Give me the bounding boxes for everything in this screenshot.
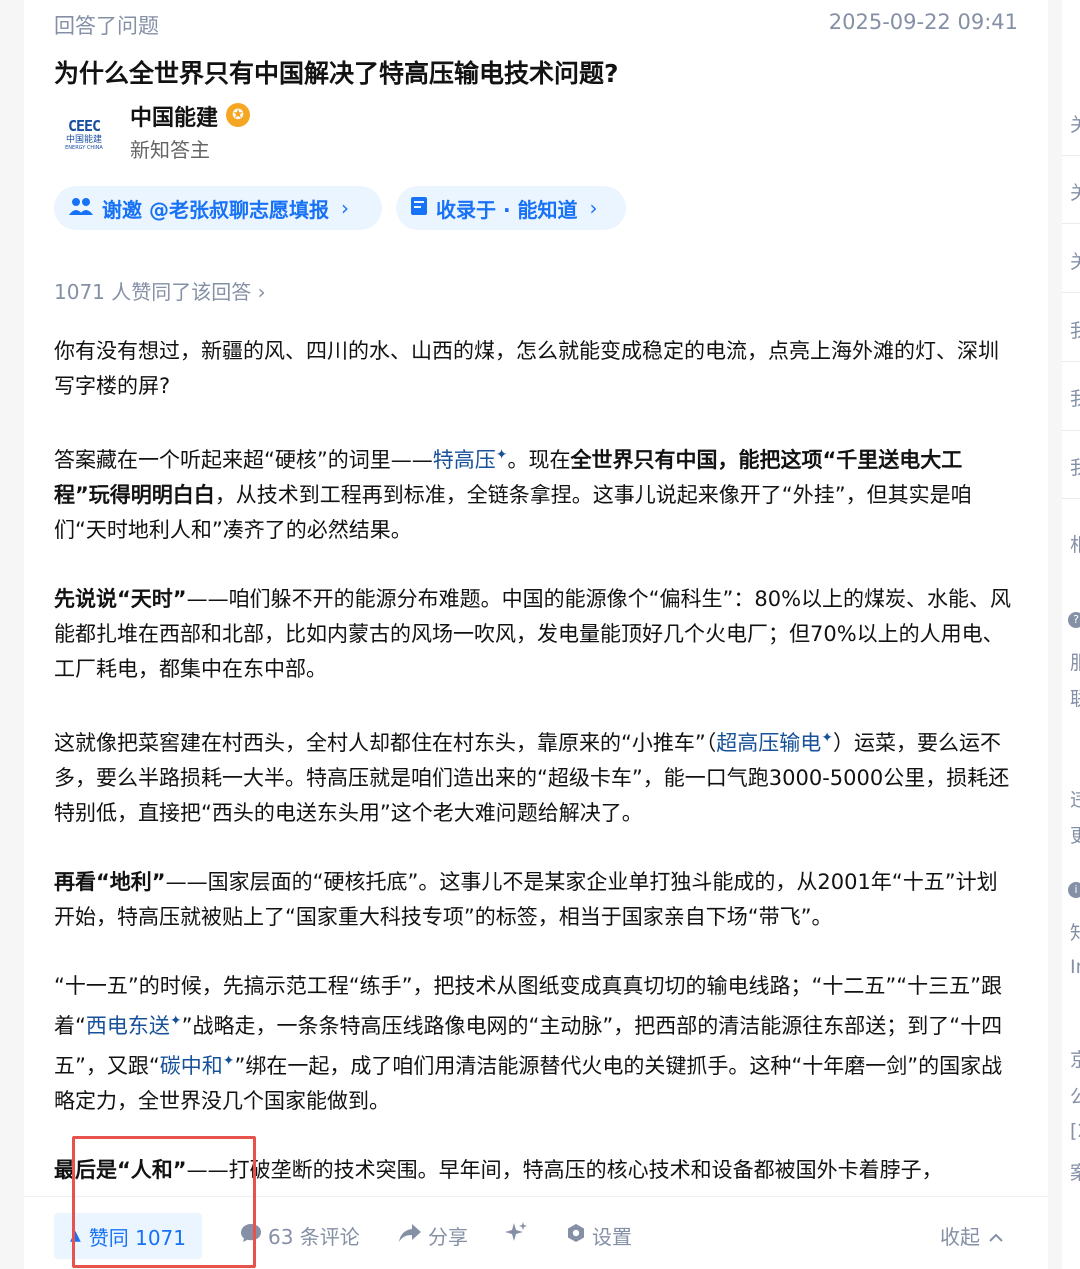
- answer-card: 回答了问题 2025-09-22 09:41 为什么全世界只有中国解决了特高压输…: [24, 0, 1048, 1269]
- action-bar: ▲ 赞同 1071 63 条评论 分享 设置 收起: [24, 1196, 1048, 1269]
- verified-badge-icon: ✪: [226, 103, 250, 127]
- rail-item[interactable]: 联: [1070, 684, 1080, 711]
- ai-spark-icon: ✦: [495, 447, 508, 463]
- keyword-link-ehv[interactable]: 超高压输电✦: [716, 730, 833, 755]
- settings-label: 设置: [592, 1225, 632, 1249]
- chevron-right-icon: ›: [589, 196, 598, 220]
- keyword-link-west-east[interactable]: 西电东送✦: [86, 1013, 182, 1038]
- comment-button[interactable]: 63 条评论: [240, 1221, 360, 1250]
- collection-chip[interactable]: 收录于 · 能知道 ›: [396, 186, 626, 230]
- rail-item[interactable]: 关: [1070, 110, 1080, 137]
- rail-item[interactable]: 我: [1070, 316, 1080, 343]
- ai-button[interactable]: [504, 1221, 534, 1250]
- author-name[interactable]: 中国能建: [130, 100, 218, 132]
- timestamp: 2025-09-22 09:41: [828, 10, 1018, 34]
- sparkle-icon: [504, 1221, 528, 1250]
- author-info: CEEC 中国能建 ENERGY CHINA 中国能建 ✪ 新知答主: [54, 100, 654, 164]
- keyword-link-uhv[interactable]: 特高压✦: [433, 447, 508, 472]
- rail-item[interactable]: [2: [1070, 1120, 1080, 1142]
- bookmark-icon: [410, 196, 428, 221]
- share-icon: [398, 1223, 422, 1248]
- paragraph-4: 这就像把菜窖建在村西头，全村人却都住在村东头，靠原来的“小推车”（超高压输电✦）…: [54, 730, 1010, 825]
- answer-content: 你有没有想过，新疆的风、四川的水、山西的煤，怎么就能变成稳定的电流，点亮上海外滩…: [54, 334, 1018, 1222]
- answer-meta: 回答了问题 2025-09-22 09:41: [54, 10, 1018, 44]
- question-title[interactable]: 为什么全世界只有中国解决了特高压输电技术问题?: [54, 54, 619, 90]
- collapse-label: 收起: [940, 1225, 980, 1249]
- activity-label: 回答了问题: [54, 14, 159, 38]
- paragraph-5: 再看“地利”——国家层面的“硬核托底”。这事儿不是某家企业单打独斗能成的，从20…: [54, 870, 998, 929]
- ai-spark-icon: ✦: [821, 730, 833, 746]
- logo-cn-text: 中国能建: [65, 135, 102, 145]
- share-label: 分享: [428, 1225, 468, 1249]
- rail-item[interactable]: 服: [1070, 648, 1080, 675]
- invite-label: 谢邀 @老张叔聊志愿填报: [102, 197, 329, 222]
- rail-item[interactable]: 相: [1070, 530, 1080, 557]
- collapse-button[interactable]: 收起: [940, 1221, 1004, 1250]
- paragraph-7: 最后是“人和”——打破垄断的技术突围。早年间，特高压的核心技术和设备都被国外卡着…: [54, 1158, 943, 1182]
- comment-icon: [240, 1223, 262, 1248]
- avatar[interactable]: CEEC 中国能建 ENERGY CHINA: [54, 104, 114, 164]
- vote-summary-link[interactable]: 1071 人赞同了该回答 ›: [54, 276, 266, 305]
- right-sidebar: 关 关 关 我 我 我 相 ? 服 联 违 更 i 知 In 京 公 [2 案: [1062, 0, 1080, 1269]
- rail-item[interactable]: 更: [1070, 821, 1080, 848]
- info-icon: i: [1068, 882, 1080, 898]
- gear-icon: [566, 1223, 586, 1248]
- paragraph-6: “十一五”的时候，先搞示范工程“练手”，把技术从图纸变成真真切切的输电线路；“十…: [54, 974, 1003, 1113]
- invite-chip[interactable]: 谢邀 @老张叔聊志愿填报 ›: [54, 186, 382, 230]
- upvote-button[interactable]: ▲ 赞同 1071: [54, 1213, 202, 1259]
- chevron-right-icon: ›: [340, 196, 349, 220]
- settings-button[interactable]: 设置: [566, 1221, 632, 1250]
- rail-item[interactable]: 我: [1070, 453, 1080, 480]
- triangle-up-icon: ▲: [69, 1228, 81, 1244]
- collection-label: 收录于 · 能知道: [436, 197, 578, 222]
- comment-label: 63 条评论: [268, 1225, 360, 1249]
- rail-item[interactable]: 关: [1070, 247, 1080, 274]
- rail-item[interactable]: 案: [1070, 1158, 1080, 1185]
- ai-spark-icon: ✦: [169, 1013, 182, 1029]
- rail-item[interactable]: 我: [1070, 384, 1080, 411]
- chevron-up-icon: [988, 1224, 1004, 1248]
- logo-text: CEEC: [67, 117, 101, 135]
- rail-item[interactable]: 违: [1070, 785, 1080, 812]
- rail-item[interactable]: 关: [1070, 178, 1080, 205]
- paragraph-2: 答案藏在一个听起来超“硬核”的词里——特高压✦。现在全世界只有中国，能把这项“千…: [54, 447, 972, 542]
- rail-item[interactable]: 知: [1070, 918, 1080, 945]
- rail-item[interactable]: 京: [1070, 1045, 1080, 1072]
- ai-spark-icon: ✦: [222, 1053, 235, 1069]
- share-button[interactable]: 分享: [398, 1221, 468, 1250]
- upvote-label: 赞同 1071: [88, 1225, 187, 1250]
- rail-item[interactable]: 公: [1070, 1082, 1080, 1109]
- rail-item[interactable]: In: [1070, 956, 1080, 978]
- paragraph-1: 你有没有想过，新疆的风、四川的水、山西的煤，怎么就能变成稳定的电流，点亮上海外滩…: [54, 339, 999, 398]
- keyword-link-carbon[interactable]: 碳中和✦: [160, 1053, 235, 1078]
- help-icon: ?: [1068, 612, 1080, 628]
- users-icon: [68, 196, 94, 221]
- paragraph-3: 先说说“天时”——咱们躲不开的能源分布难题。中国的能源像个“偏科生”：80%以上…: [54, 587, 1012, 681]
- author-subtitle: 新知答主: [130, 138, 210, 162]
- logo-en-text: ENERGY CHINA: [65, 145, 103, 151]
